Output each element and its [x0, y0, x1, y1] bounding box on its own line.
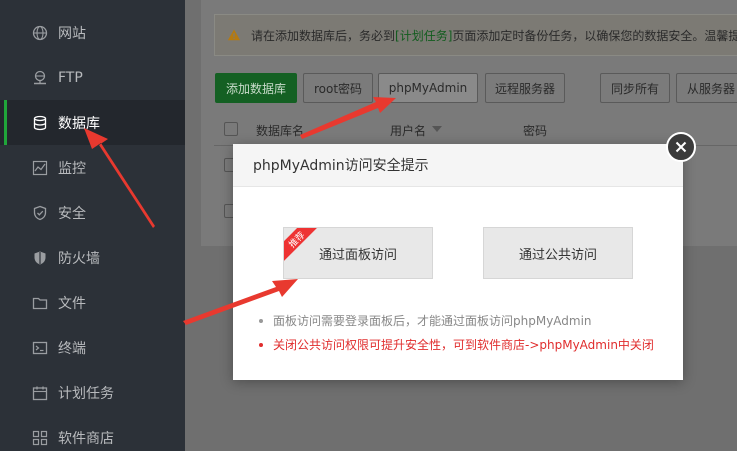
sidebar-item-store[interactable]: 软件商店 — [0, 415, 185, 451]
public-access-label: 通过公共访问 — [518, 247, 597, 263]
database-table-header: 数据库名 用户名 密码 — [214, 114, 737, 146]
ftp-icon — [32, 70, 48, 86]
sidebar-item-label: 防火墙 — [58, 250, 100, 267]
sidebar-item-label: 文件 — [58, 295, 86, 312]
cron-task-link[interactable]: [计划任务] — [395, 27, 452, 44]
add-database-button[interactable]: 添加数据库 — [215, 73, 297, 103]
sidebar-item-label: 网站 — [58, 25, 86, 42]
sidebar-item-label: 监控 — [58, 160, 86, 177]
sidebar-item-firewall[interactable]: 防火墙 — [0, 235, 185, 280]
panel-access-note-text: 面板访问需要登录面板后，才能通过面板访问phpMyAdmin — [273, 314, 592, 328]
sidebar-item-label: 计划任务 — [58, 385, 114, 402]
firewall-icon — [32, 250, 48, 266]
warning-icon — [227, 29, 241, 41]
sidebar-item-database[interactable]: 数据库 — [0, 100, 185, 145]
sort-down-icon[interactable] — [432, 126, 442, 132]
sidebar-item-monitor[interactable]: 监控 — [0, 145, 185, 190]
remote-server-button[interactable]: 远程服务器 — [485, 73, 565, 103]
globe-icon — [32, 25, 48, 41]
column-header-password[interactable]: 密码 — [523, 122, 547, 139]
alert-text-suffix: 页面添加定时备份任务，以确保您的数据安全。温馨提 — [452, 28, 737, 43]
sidebar-item-ftp[interactable]: FTP — [0, 55, 185, 100]
dialog-title: phpMyAdmin访问安全提示 — [233, 144, 683, 187]
column-header-username[interactable]: 用户名 — [390, 122, 426, 139]
close-icon — [675, 141, 687, 153]
sidebar-item-label: 终端 — [58, 340, 86, 357]
sidebar-item-label: 安全 — [58, 205, 86, 222]
security-warning-note-text: 关闭公共访问权限可提升安全性，可到软件商店->phpMyAdmin中关闭 — [273, 338, 654, 352]
public-access-button[interactable]: 通过公共访问 — [483, 227, 633, 279]
grid-icon — [32, 430, 48, 446]
database-icon — [32, 115, 48, 131]
bullet-dot — [259, 318, 263, 323]
sidebar-item-website[interactable]: 网站 — [0, 10, 185, 55]
bullet-dot — [259, 342, 263, 347]
panel-access-button[interactable]: 推荐 通过面板访问 — [283, 227, 433, 279]
folder-icon — [32, 295, 48, 311]
select-all-checkbox[interactable] — [224, 122, 238, 136]
sidebar-item-label: FTP — [58, 69, 83, 86]
from-server-button[interactable]: 从服务器 — [676, 73, 737, 103]
root-password-button[interactable]: root密码 — [303, 73, 373, 103]
sidebar-item-label: 数据库 — [58, 115, 100, 132]
sync-all-button[interactable]: 同步所有 — [600, 73, 670, 103]
sidebar-item-terminal[interactable]: 终端 — [0, 325, 185, 370]
close-button[interactable] — [666, 132, 696, 162]
sidebar-item-security[interactable]: 安全 — [0, 190, 185, 235]
security-warning-note: 关闭公共访问权限可提升安全性，可到软件商店->phpMyAdmin中关闭 — [259, 336, 654, 353]
panel-access-label: 通过面板访问 — [318, 247, 397, 263]
sidebar-item-files[interactable]: 文件 — [0, 280, 185, 325]
column-header-db-name[interactable]: 数据库名 — [256, 122, 304, 139]
alert-text-prefix: 请在添加数据库后，务必到 — [251, 28, 396, 43]
panel-access-note: 面板访问需要登录面板后，才能通过面板访问phpMyAdmin — [259, 312, 592, 329]
phpmyadmin-button[interactable]: phpMyAdmin — [378, 73, 478, 103]
sidebar-item-cron[interactable]: 计划任务 — [0, 370, 185, 415]
backup-warning-alert: 请在添加数据库后，务必到 [计划任务] 页面添加定时备份任务，以确保您的数据安全… — [214, 14, 737, 56]
recommend-badge: 推荐 — [284, 228, 321, 264]
sidebar-item-label: 软件商店 — [58, 430, 114, 447]
calendar-icon — [32, 385, 48, 401]
terminal-icon — [32, 340, 48, 356]
shield-icon — [32, 205, 48, 221]
sidebar: 网站 FTP 数据库 监控 安全 防火墙 文件 终端 计划任务 软件商店 — [0, 0, 185, 451]
monitor-icon — [32, 160, 48, 176]
